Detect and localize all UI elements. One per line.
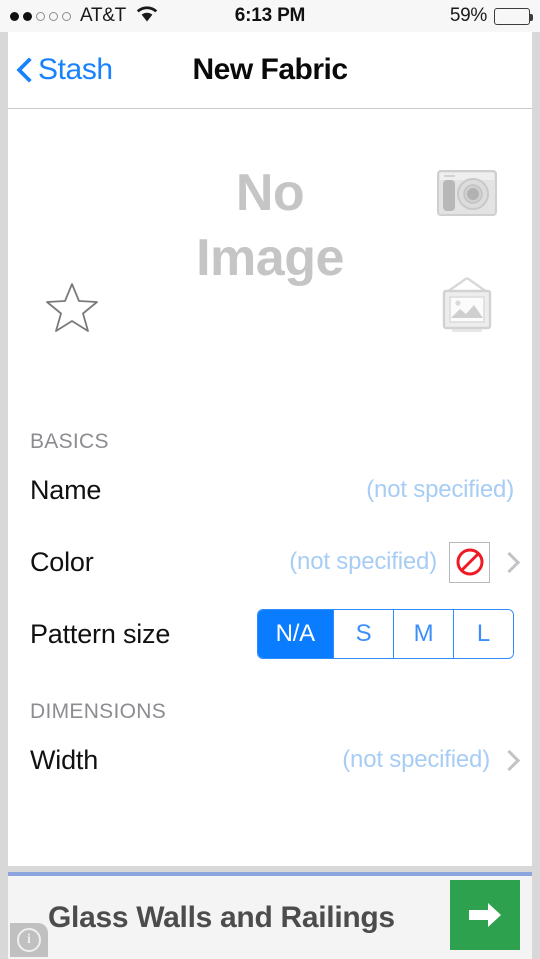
star-outline-icon[interactable] [44, 281, 100, 340]
row-label-width: Width [30, 744, 99, 775]
name-value[interactable]: (not specified) [366, 476, 514, 504]
section-header-dimensions: DIMENSIONS [30, 700, 167, 723]
segment-l[interactable]: L [453, 610, 513, 658]
ad-banner[interactable]: Glass Walls and Railings i [8, 876, 532, 959]
camera-icon[interactable] [436, 167, 498, 224]
battery-percent-label: 59% [449, 5, 487, 26]
row-width[interactable]: Width (not specified) [8, 724, 532, 796]
row-label-name: Name [30, 474, 102, 505]
status-bar-right: 59% [449, 0, 533, 32]
pattern-size-segmented-control[interactable]: N/A S M L [256, 609, 514, 659]
color-swatch[interactable] [449, 541, 490, 583]
width-value: (not specified) [342, 746, 490, 773]
segment-s[interactable]: S [333, 610, 393, 658]
segment-na[interactable]: N/A [257, 610, 333, 658]
form-content: No Image BASICS Name (not specified) Col… [8, 109, 532, 866]
row-right-name: (not specified) [366, 476, 514, 504]
status-bar: AT&T 6:13 PM 59% [0, 0, 540, 32]
info-icon: i [17, 928, 41, 952]
row-label-pattern-size: Pattern size [30, 618, 171, 649]
row-name[interactable]: Name (not specified) [8, 454, 532, 526]
navigation-bar: Stash New Fabric [8, 32, 532, 109]
battery-icon [494, 7, 533, 25]
picture-frame-icon[interactable] [434, 274, 500, 341]
row-right-width: (not specified) [342, 746, 514, 774]
ad-cta-button[interactable] [450, 880, 520, 950]
row-right-color: (not specified) [289, 541, 514, 583]
row-color[interactable]: Color (not specified) [8, 526, 532, 598]
no-color-icon [456, 548, 483, 576]
row-pattern-size: Pattern size N/A S M L [8, 598, 532, 670]
row-label-color: Color [30, 546, 94, 577]
ad-headline: Glass Walls and Railings [48, 900, 395, 934]
chevron-right-icon [502, 749, 514, 771]
color-value: (not specified) [289, 548, 437, 575]
iphone-screen: AT&T 6:13 PM 59% Stash New Fabric No Ima… [0, 0, 540, 959]
arrow-right-icon [469, 903, 501, 927]
chevron-right-icon [502, 551, 514, 573]
section-header-basics: BASICS [30, 430, 109, 453]
page-title: New Fabric [192, 52, 348, 86]
row-right-pattern-size: N/A S M L [256, 609, 514, 659]
ad-info-button[interactable]: i [10, 923, 48, 957]
image-hero: No Image [8, 109, 532, 422]
segment-m[interactable]: M [393, 610, 453, 658]
